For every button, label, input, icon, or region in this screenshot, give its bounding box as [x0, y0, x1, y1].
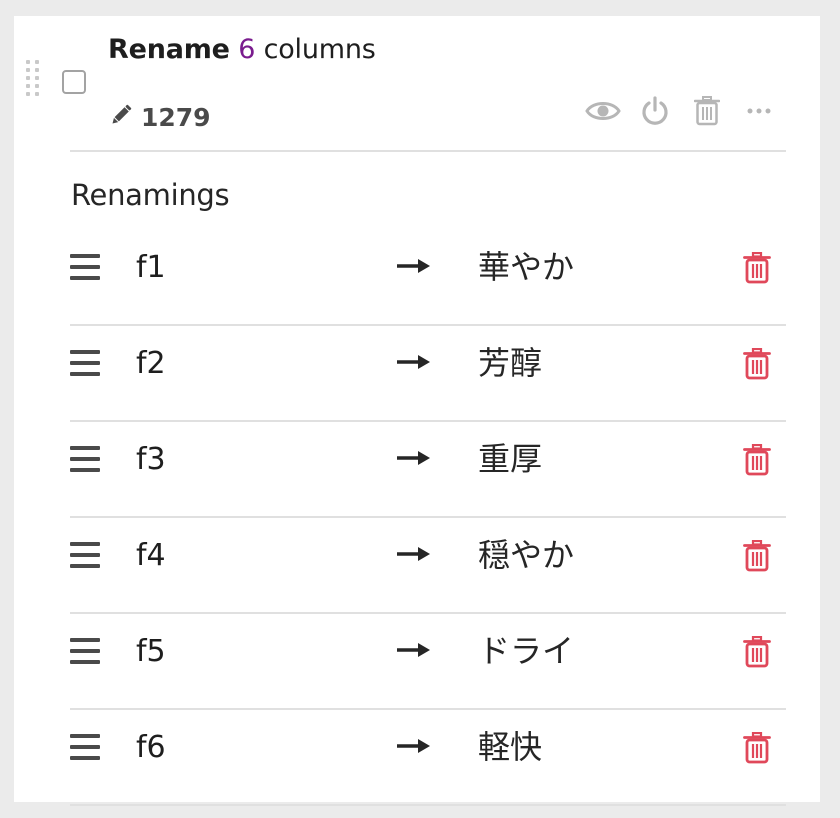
to-column-field[interactable]: 芳醇	[478, 343, 718, 383]
to-column-field[interactable]: ドライ	[478, 631, 718, 671]
from-column-field[interactable]: f6	[136, 729, 376, 767]
trash-icon[interactable]	[740, 346, 774, 382]
renamings-heading: Renamings	[71, 178, 230, 212]
step-id-line[interactable]: 1279	[108, 102, 211, 132]
renaming-row: f3 重厚	[70, 422, 786, 518]
step-id: 1279	[141, 102, 211, 132]
to-column-field[interactable]: 穏やか	[478, 535, 718, 575]
arrow-right-icon	[397, 259, 430, 273]
renamings-list: f1 華やか f2 芳醇 f3 重厚 f4 穏やか f5 ドライ f6 軽快	[70, 230, 786, 806]
power-icon[interactable]	[636, 94, 674, 128]
renaming-row: f5 ドライ	[70, 614, 786, 710]
arrow-right-icon	[397, 451, 430, 465]
renaming-row: f4 穏やか	[70, 518, 786, 614]
to-column-field[interactable]: 華やか	[478, 247, 718, 287]
step-title: Rename 6 columns	[108, 34, 376, 65]
trash-icon[interactable]	[740, 442, 774, 478]
step-select-checkbox[interactable]	[62, 70, 86, 94]
from-column-field[interactable]: f3	[136, 441, 376, 479]
step-title-count: 6	[238, 34, 256, 65]
renaming-row: f2 芳醇	[70, 326, 786, 422]
from-column-field[interactable]: f5	[136, 633, 376, 671]
arrow-right-icon	[397, 739, 430, 753]
hamburger-icon[interactable]	[70, 446, 100, 472]
renaming-row: f6 軽快	[70, 710, 786, 806]
arrow-right-icon	[397, 643, 430, 657]
step-title-action: Rename	[108, 34, 230, 65]
renaming-row: f1 華やか	[70, 230, 786, 326]
from-column-field[interactable]: f2	[136, 345, 376, 383]
trash-icon[interactable]	[740, 634, 774, 670]
header-divider	[70, 150, 786, 152]
hamburger-icon[interactable]	[70, 734, 100, 760]
to-column-field[interactable]: 軽快	[478, 727, 718, 767]
hamburger-icon[interactable]	[70, 638, 100, 664]
trash-icon[interactable]	[740, 538, 774, 574]
eye-icon[interactable]	[584, 94, 622, 128]
hamburger-icon[interactable]	[70, 254, 100, 280]
hamburger-icon[interactable]	[70, 350, 100, 376]
trash-icon[interactable]	[740, 250, 774, 286]
from-column-field[interactable]: f4	[136, 537, 376, 575]
drag-handle-icon[interactable]	[26, 60, 40, 106]
step-toolbar	[584, 94, 792, 128]
pencil-icon[interactable]	[108, 102, 134, 132]
arrow-right-icon	[397, 355, 430, 369]
trash-icon[interactable]	[688, 94, 726, 128]
ellipsis-icon[interactable]	[740, 94, 778, 128]
step-title-suffix: columns	[263, 34, 376, 65]
arrow-right-icon	[397, 547, 430, 561]
trash-icon[interactable]	[740, 730, 774, 766]
hamburger-icon[interactable]	[70, 542, 100, 568]
from-column-field[interactable]: f1	[136, 249, 376, 287]
rename-step-card: Rename 6 columns 1279 Renamings f1 華やか f…	[14, 16, 820, 806]
to-column-field[interactable]: 重厚	[478, 439, 718, 479]
